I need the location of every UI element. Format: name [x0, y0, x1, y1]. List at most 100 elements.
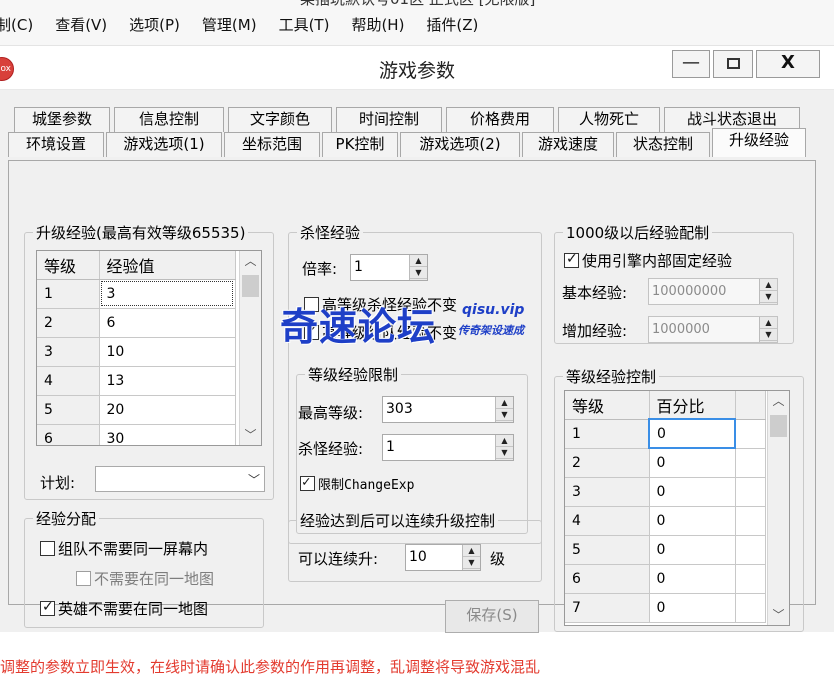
tab-game-speed[interactable]: 游戏速度 — [522, 132, 614, 157]
spin-up-icon[interactable]: ▲ — [760, 279, 777, 291]
row-percent[interactable]: 0 — [649, 477, 736, 507]
save-button[interactable]: 保存(S) — [445, 600, 539, 633]
level-exp-grid[interactable]: 等级 经验值 13 26 3 10 4 13 5 20 6 30 ︿ ﹀ — [36, 250, 262, 446]
tab-character-death[interactable]: 人物死亡 — [558, 107, 660, 132]
menu-manage[interactable]: 管理(M) — [202, 14, 257, 35]
row-exp[interactable]: 13 — [99, 366, 236, 396]
menu-plugins[interactable]: 插件(Z) — [426, 14, 478, 35]
row-exp[interactable]: 3 — [99, 279, 236, 309]
row-percent[interactable]: 0 — [648, 418, 736, 449]
row-level: 3 — [565, 477, 650, 507]
table-row[interactable]: 30 — [565, 477, 766, 507]
maximize-button[interactable] — [713, 50, 753, 78]
header-exp-value: 经验值 — [99, 251, 236, 280]
table-row[interactable]: 13 — [37, 279, 236, 309]
tab-castle-params[interactable]: 城堡参数 — [14, 107, 110, 132]
spin-up-icon[interactable]: ▲ — [496, 397, 513, 409]
no-same-map-checkbox[interactable]: 不需要在同一地图 — [76, 568, 214, 589]
base-exp-label: 基本经验: — [562, 284, 628, 302]
spin-up-icon[interactable]: ▲ — [496, 435, 513, 447]
add-exp-spin-buttons[interactable]: ▲ ▼ — [759, 317, 777, 342]
continuous-upgrade-stepper[interactable]: 10 ▲ ▼ — [405, 544, 481, 571]
kill-exp-spin-buttons[interactable]: ▲ ▼ — [495, 435, 513, 460]
tab-status-control[interactable]: 状态控制 — [616, 132, 710, 157]
table-row[interactable]: 5 20 — [37, 395, 236, 425]
table-row[interactable]: 4 13 — [37, 366, 236, 396]
warning-note: 调整的参数立即生效，在线时请确认此参数的作用再调整，乱调整将导致游戏混乱 — [0, 658, 541, 676]
scroll-up-icon[interactable]: ︿ — [240, 251, 261, 271]
dialog-titlebar: ox 游戏参数 — X — [0, 46, 834, 90]
continuous-upgrade-spin-buttons[interactable]: ▲ ▼ — [462, 545, 480, 570]
max-level-spin-buttons[interactable]: ▲ ▼ — [495, 397, 513, 422]
menu-control[interactable]: 制(C) — [0, 14, 33, 35]
level-exp-control-grid[interactable]: 等级 百分比 10 20 30 40 50 60 70 ︿ ﹀ — [564, 390, 790, 626]
tab-environment[interactable]: 环境设置 — [8, 132, 104, 157]
tab-pk-control[interactable]: PK控制 — [322, 132, 398, 157]
table-row[interactable]: 10 — [565, 418, 766, 449]
row-percent[interactable]: 0 — [649, 448, 736, 478]
table-row[interactable]: 20 — [565, 448, 766, 478]
row-exp[interactable]: 30 — [99, 424, 236, 445]
table-row[interactable]: 50 — [565, 535, 766, 565]
minimize-button[interactable]: — — [672, 50, 710, 78]
scroll-thumb[interactable] — [770, 415, 787, 437]
tab-game-options-2[interactable]: 游戏选项(2) — [400, 132, 520, 157]
spin-up-icon[interactable]: ▲ — [760, 317, 777, 329]
table-row[interactable]: 60 — [565, 564, 766, 594]
table-row[interactable]: 70 — [565, 593, 766, 623]
level-exp-scrollbar[interactable]: ︿ ﹀ — [239, 251, 261, 445]
menu-view[interactable]: 查看(V) — [55, 14, 107, 35]
row-percent[interactable]: 0 — [649, 506, 736, 536]
row-filler — [735, 564, 766, 594]
tab-game-options-1[interactable]: 游戏选项(1) — [106, 132, 222, 157]
menu-help[interactable]: 帮助(H) — [351, 14, 404, 35]
scroll-down-icon[interactable]: ﹀ — [768, 605, 789, 625]
tab-coordinate-range[interactable]: 坐标范围 — [224, 132, 320, 157]
close-button[interactable]: X — [756, 50, 820, 78]
spin-up-icon[interactable]: ▲ — [410, 255, 427, 267]
row-percent[interactable]: 0 — [649, 564, 736, 594]
table-row[interactable]: 26 — [37, 308, 236, 338]
row-percent[interactable]: 0 — [649, 535, 736, 565]
tab-level-exp[interactable]: 升级经验 — [712, 128, 806, 157]
plan-select[interactable]: ﹀ — [95, 466, 265, 492]
use-engine-fixed-exp-checkbox[interactable]: 使用引擎内部固定经验 — [564, 250, 732, 271]
group-exp-after-1000-title: 1000级以后经验配制 — [563, 222, 713, 243]
tab-price-fee[interactable]: 价格费用 — [446, 107, 554, 132]
spin-down-icon[interactable]: ▼ — [760, 329, 777, 341]
spin-down-icon[interactable]: ▼ — [463, 557, 480, 569]
plan-label: 计划: — [40, 474, 76, 492]
table-row[interactable]: 3 10 — [37, 337, 236, 367]
spin-down-icon[interactable]: ▼ — [496, 447, 513, 459]
base-exp-stepper[interactable]: 100000000 ▲ ▼ — [648, 278, 778, 305]
table-row[interactable]: 6 30 — [37, 424, 236, 445]
spin-down-icon[interactable]: ▼ — [410, 267, 427, 279]
row-exp[interactable]: 6 — [99, 308, 236, 338]
table-row[interactable]: 40 — [565, 506, 766, 536]
row-filler — [735, 535, 766, 565]
tab-time-control[interactable]: 时间控制 — [336, 107, 442, 132]
hero-no-same-map-checkbox[interactable]: 英雄不需要在同一地图 — [40, 598, 208, 619]
kill-exp-stepper[interactable]: 1 ▲ ▼ — [382, 434, 514, 461]
tab-text-color[interactable]: 文字颜色 — [228, 107, 332, 132]
max-level-stepper[interactable]: 303 ▲ ▼ — [382, 396, 514, 423]
spin-down-icon[interactable]: ▼ — [760, 291, 777, 303]
menu-options[interactable]: 选项(P) — [129, 14, 180, 35]
spin-up-icon[interactable]: ▲ — [463, 545, 480, 557]
tab-info-control[interactable]: 信息控制 — [114, 107, 224, 132]
scroll-thumb[interactable] — [242, 275, 259, 297]
add-exp-stepper[interactable]: 1000000 ▲ ▼ — [648, 316, 778, 343]
rate-spin-buttons[interactable]: ▲ ▼ — [409, 255, 427, 280]
scroll-down-icon[interactable]: ﹀ — [240, 425, 261, 445]
row-exp[interactable]: 10 — [99, 337, 236, 367]
scroll-up-icon[interactable]: ︿ — [768, 391, 789, 411]
menu-tools[interactable]: 工具(T) — [279, 14, 330, 35]
limit-change-exp-checkbox[interactable]: 限制ChangeExp — [300, 474, 414, 493]
row-percent[interactable]: 0 — [649, 593, 736, 623]
rate-stepper[interactable]: 1 ▲ ▼ — [350, 254, 428, 281]
spin-down-icon[interactable]: ▼ — [496, 409, 513, 421]
team-no-same-screen-checkbox[interactable]: 组队不需要同一屏幕内 — [40, 538, 208, 559]
level-exp-control-scrollbar[interactable]: ︿ ﹀ — [767, 391, 789, 625]
row-exp[interactable]: 20 — [99, 395, 236, 425]
base-exp-spin-buttons[interactable]: ▲ ▼ — [759, 279, 777, 304]
